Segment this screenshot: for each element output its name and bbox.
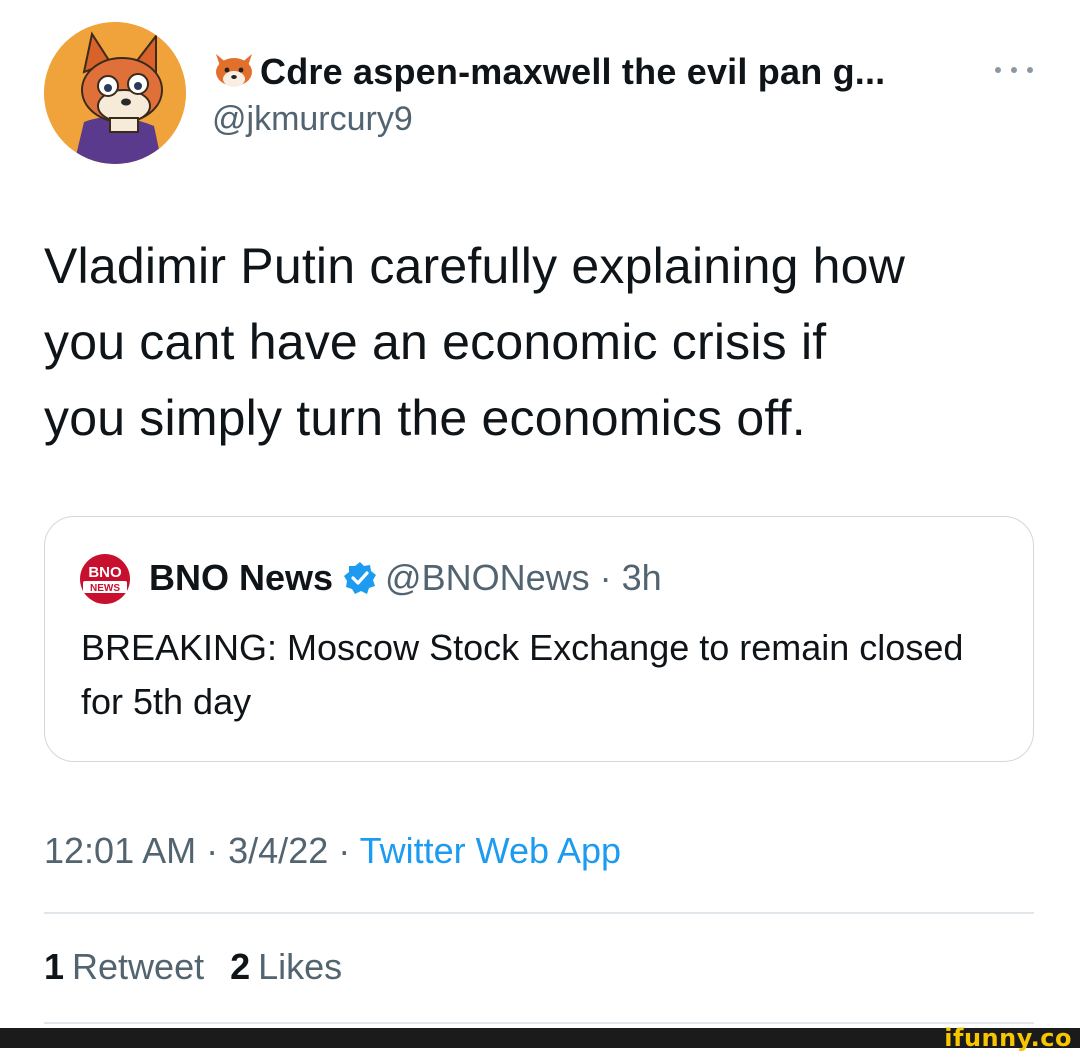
quoted-timestamp[interactable]: 3h (622, 557, 662, 598)
svg-text:NEWS: NEWS (90, 583, 120, 594)
engagement-stats: 1 Retweet 2 Likes (44, 946, 368, 988)
quoted-separator: · (599, 557, 612, 598)
svg-text:BNO: BNO (88, 564, 122, 581)
author-name-text: Cdre aspen-maxwell the evil pan g... (260, 51, 886, 92)
quoted-author-name[interactable]: BNO News (149, 557, 333, 598)
retweets-label: Retweet (72, 946, 205, 987)
retweets-count: 1 (44, 946, 65, 987)
fox-face-icon (212, 50, 256, 90)
divider (44, 1022, 1034, 1024)
meta-separator: · (338, 830, 351, 871)
tweet-time[interactable]: 12:01 AM (44, 830, 196, 871)
tweet-date[interactable]: 3/4/22 (228, 830, 328, 871)
likes-stat[interactable]: 2 Likes (230, 946, 368, 987)
tweet-source-link[interactable]: Twitter Web App (360, 830, 621, 871)
likes-count: 2 (230, 946, 251, 987)
quoted-tweet-header: BNO News @BNONews · 3h (149, 557, 662, 599)
quoted-tweet-card[interactable]: BNO NEWS BNO News @BNONews · 3h BREAKING:… (44, 516, 1034, 762)
quoted-tweet-text: BREAKING: Moscow Stock Exchange to remai… (81, 627, 964, 722)
meta-separator: · (206, 830, 219, 871)
more-options-icon[interactable] (990, 60, 1038, 80)
likes-label: Likes (258, 946, 343, 987)
avatar[interactable] (44, 22, 186, 164)
tweet-meta: 12:01 AM · 3/4/22 · Twitter Web App (44, 830, 621, 872)
author-handle[interactable]: @jkmurcury9 (212, 100, 413, 139)
tweet-text: Vladimir Putin carefully explaining how … (44, 238, 905, 446)
bno-news-logo-icon: BNO NEWS (79, 553, 131, 605)
verified-badge-icon (343, 561, 377, 595)
fox-avatar-illustration (44, 22, 186, 164)
divider (44, 912, 1034, 914)
author-display-name[interactable]: Cdre aspen-maxwell the evil pan g... (212, 50, 885, 93)
retweets-stat[interactable]: 1 Retweet (44, 946, 230, 987)
quoted-author-handle[interactable]: @BNONews (385, 557, 590, 598)
watermark-bar (0, 1028, 1080, 1048)
